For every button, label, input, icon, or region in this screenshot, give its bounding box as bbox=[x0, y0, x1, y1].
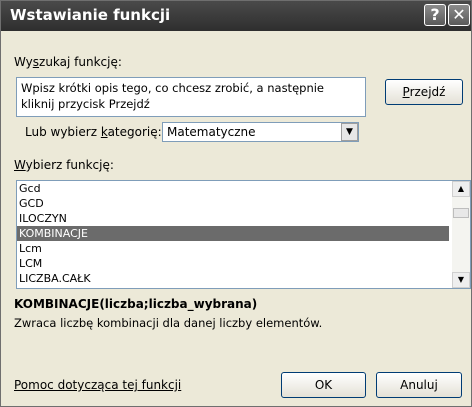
category-select[interactable]: Matematyczne ▼ bbox=[162, 122, 359, 142]
cancel-button[interactable]: Anuluj bbox=[376, 372, 462, 398]
title-bar[interactable]: Wstawianie funkcji ? ✕ bbox=[1, 1, 471, 31]
dialog-title: Wstawianie funkcji bbox=[10, 6, 171, 24]
scroll-thumb[interactable] bbox=[453, 208, 469, 218]
function-list-item[interactable]: GCD bbox=[17, 196, 449, 211]
ok-button[interactable]: OK bbox=[281, 372, 366, 398]
function-list-label-accesskey: W bbox=[14, 158, 26, 172]
function-signature: KOMBINACJE(liczba;liczba_wybrana) bbox=[14, 297, 258, 311]
search-label-part: Wy bbox=[14, 55, 33, 69]
search-input[interactable]: Wpisz krótki opis tego, co chcesz zrobić… bbox=[16, 77, 366, 117]
function-list-item[interactable]: Lcm bbox=[17, 241, 449, 256]
function-list-scrollbar[interactable]: ▲ ▼ bbox=[452, 181, 470, 288]
category-label: Lub wybierz kategorię: bbox=[25, 125, 162, 139]
function-list-label-part: ybierz funkcję: bbox=[25, 158, 114, 172]
function-list[interactable]: Gcd GCD ILOCZYN KOMBINACJE Lcm LCM LICZBA.CAŁK… bbox=[16, 180, 471, 289]
function-list-item[interactable]: Gcd bbox=[17, 181, 449, 196]
scroll-down-arrow-icon[interactable]: ▼ bbox=[452, 272, 470, 288]
search-label: Wyszukaj funkcję: bbox=[14, 55, 122, 69]
function-description: Zwraca liczbę kombinacji dla danej liczb… bbox=[14, 316, 323, 330]
function-list-item[interactable]: ILOCZYN bbox=[17, 211, 449, 226]
scroll-up-arrow-icon[interactable]: ▲ bbox=[452, 181, 470, 197]
function-help-link[interactable]: Pomoc dotycząca tej funkcji bbox=[14, 378, 181, 392]
chevron-down-icon[interactable]: ▼ bbox=[341, 123, 358, 141]
go-button-accesskey: P bbox=[402, 85, 410, 99]
insert-function-dialog: Wstawianie funkcji ? ✕ Wyszukaj funkcję:… bbox=[0, 0, 472, 407]
category-selected-value: Matematyczne bbox=[167, 125, 256, 139]
function-list-items: Gcd GCD ILOCZYN KOMBINACJE Lcm LCM LICZBA.CAŁK bbox=[17, 181, 449, 286]
category-label-part: Lub wybierz bbox=[25, 125, 101, 139]
go-button-label: rzejdź bbox=[409, 85, 446, 99]
category-label-part: ategorię: bbox=[107, 125, 162, 139]
help-icon[interactable]: ? bbox=[424, 4, 446, 26]
close-icon[interactable]: ✕ bbox=[448, 4, 470, 26]
search-label-part: zukaj funkcję: bbox=[39, 55, 122, 69]
function-list-item[interactable]: LCM bbox=[17, 256, 449, 271]
function-list-item[interactable]: KOMBINACJE bbox=[17, 226, 449, 241]
function-list-label: Wybierz funkcję: bbox=[14, 158, 114, 172]
category-label-accesskey: k bbox=[100, 125, 108, 139]
go-button[interactable]: Przejdź bbox=[385, 79, 463, 105]
function-list-item[interactable]: LICZBA.CAŁK bbox=[17, 271, 449, 286]
